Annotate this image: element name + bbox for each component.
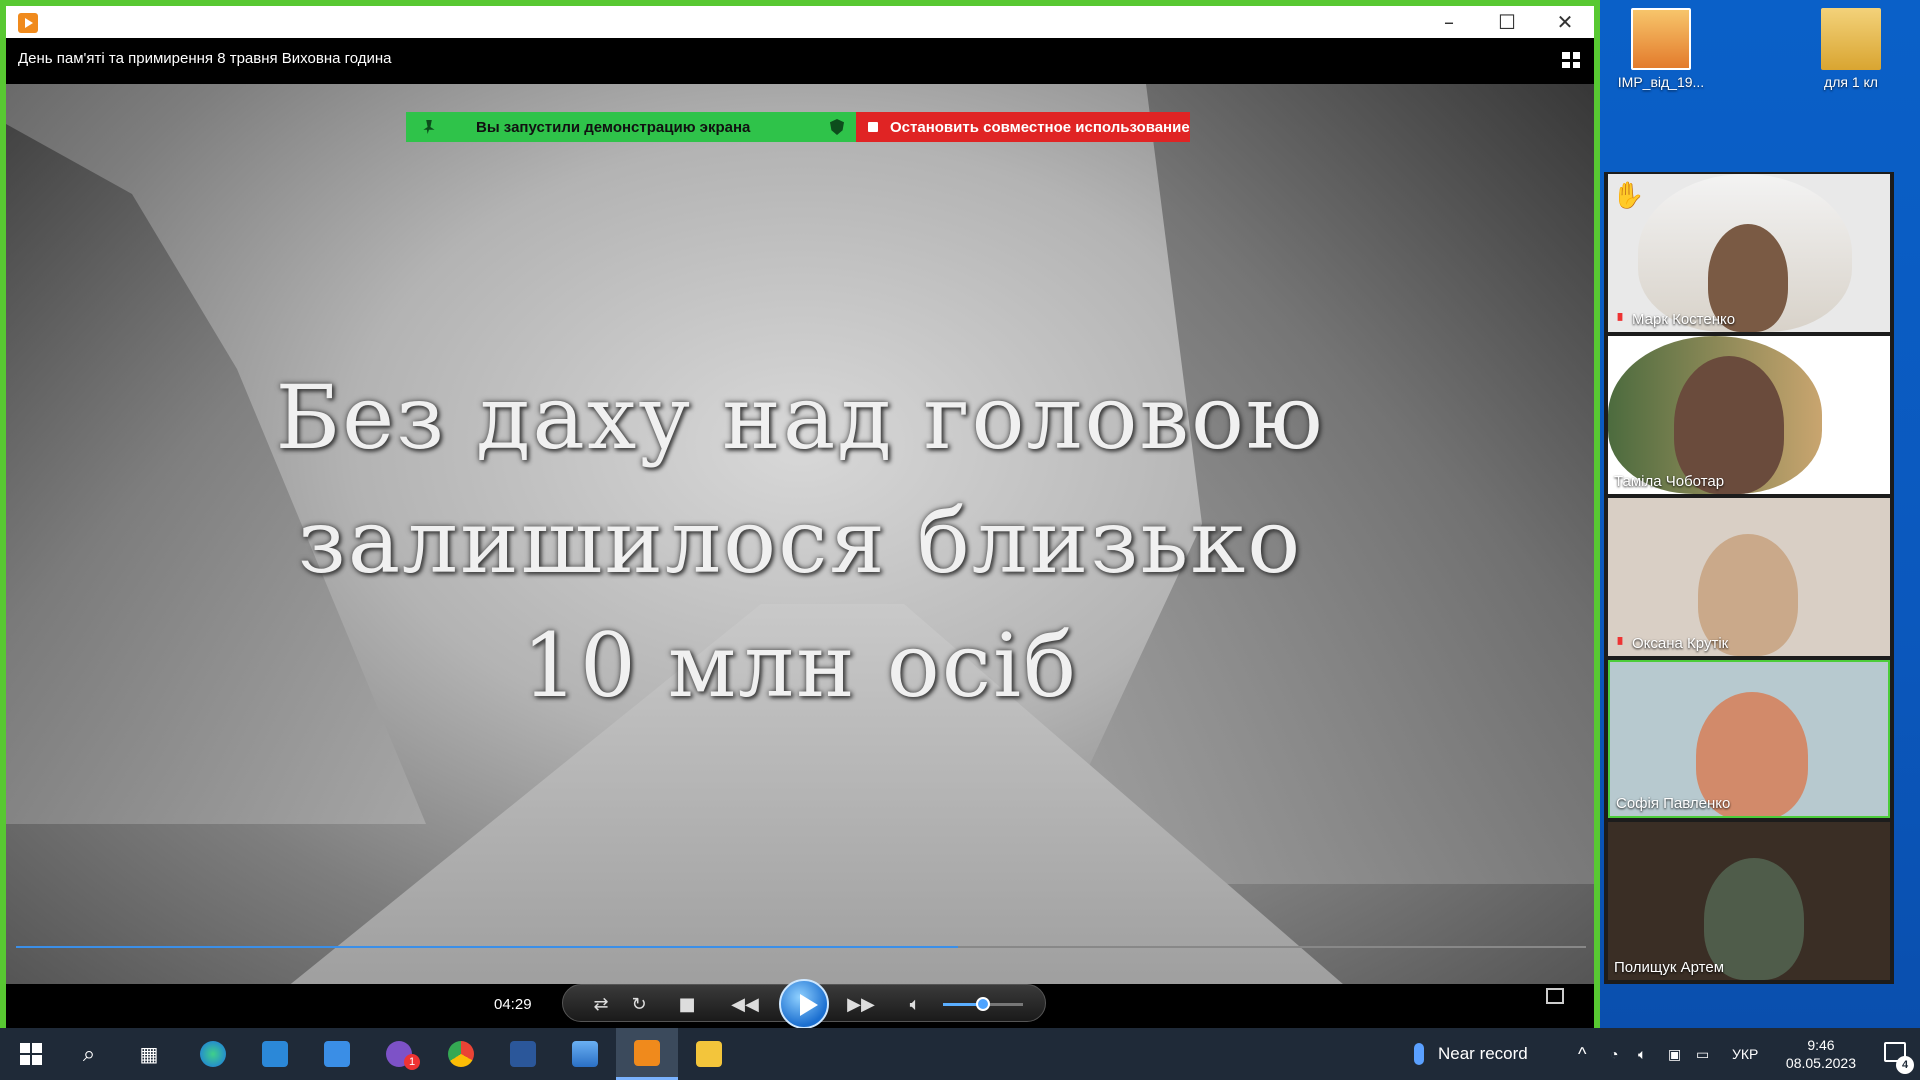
player-app-icon [18, 13, 38, 33]
participant-tile[interactable]: ✋ Марк Костенко [1608, 174, 1890, 332]
pdf-icon [1631, 8, 1691, 70]
search-icon: ⌕ [82, 1041, 96, 1066]
volume-slider[interactable] [943, 997, 1023, 1011]
taskbar-photos[interactable] [554, 1028, 616, 1080]
participant-name: Софія Павленко [1616, 795, 1731, 812]
stop-sharing-button[interactable]: Остановить совместное использование [856, 112, 1190, 142]
camera-icon[interactable]: ▣ [1668, 1028, 1681, 1080]
minimize-button[interactable]: – [1420, 6, 1478, 38]
maximize-button[interactable]: ☐ [1478, 6, 1536, 38]
shield-icon [830, 119, 844, 135]
desktop-icon-pdf[interactable]: IMP_від_19... [1606, 8, 1716, 90]
chrome-icon [448, 1041, 474, 1067]
close-button[interactable]: ✕ [1536, 6, 1594, 38]
viber-badge: 1 [404, 1054, 420, 1070]
desktop-icon-label: для 1 кл [1824, 74, 1878, 90]
windows-icon [20, 1043, 42, 1065]
rewind-icon[interactable]: ◀◀ [723, 985, 767, 1023]
repeat-icon[interactable]: ↻ [621, 985, 657, 1023]
volume-icon[interactable]: 🔈︎ [897, 985, 933, 1023]
screen-share-bar: Вы запустили демонстрацию экрана Останов… [406, 112, 1190, 142]
share-status-text: Вы запустили демонстрацию экрана [476, 118, 751, 136]
shuffle-icon[interactable]: ⇄ [583, 985, 619, 1023]
share-status: Вы запустили демонстрацию экрана [406, 112, 856, 142]
participant-name: Полищук Артем [1614, 959, 1725, 976]
taskbar-file-explorer[interactable] [678, 1028, 740, 1080]
weather-widget[interactable]: Near record [1414, 1028, 1528, 1080]
caption-line: 10 млн осіб [521, 614, 1079, 717]
seek-bar-fill [16, 946, 958, 948]
taskbar-media-player[interactable] [616, 1028, 678, 1080]
notification-count: 4 [1896, 1056, 1914, 1074]
battery-icon[interactable]: ▭ [1696, 1028, 1709, 1080]
seek-bar[interactable] [16, 946, 1586, 948]
stop-sharing-label: Остановить совместное использование [890, 118, 1190, 136]
participant-tile-active-speaker[interactable]: Софія Павленко [1608, 660, 1890, 818]
stop-icon[interactable]: ■ [669, 985, 705, 1023]
participants-panel: ✋ Марк Костенко Таміла Чоботар Оксана Кр… [1604, 172, 1894, 984]
task-view-icon: ▦ [139, 1043, 159, 1066]
edge-icon [200, 1041, 226, 1067]
video-title-bar: День пам'яті та примирення 8 травня Вихо… [6, 38, 1594, 84]
video-caption: Без даху над головою залишилося близько … [6, 356, 1594, 728]
play-button[interactable] [779, 979, 829, 1029]
stop-square-icon [868, 122, 878, 132]
mic-off-icon [1617, 636, 1623, 645]
folder-icon [1821, 8, 1881, 70]
participant-name: Таміла Чоботар [1614, 473, 1725, 490]
taskbar-edge[interactable] [182, 1028, 244, 1080]
controls-pill: ⇄ ↻ ■ ◀◀ ▶▶ 🔈︎ [562, 979, 1046, 1029]
player-controls: 04:29 ⇄ ↻ ■ ◀◀ ▶▶ 🔈︎ [6, 979, 1594, 1029]
fullscreen-icon[interactable] [1546, 988, 1564, 1004]
media-player-window: – ☐ ✕ День пам'яті та примирення 8 травн… [0, 0, 1600, 1029]
participant-tile[interactable]: Таміла Чоботар [1608, 336, 1890, 494]
taskbar-mail[interactable] [244, 1028, 306, 1080]
mail-icon [262, 1041, 288, 1067]
fast-forward-icon[interactable]: ▶▶ [839, 985, 883, 1023]
volume-tray-icon[interactable]: 🔈︎ [1638, 1028, 1646, 1080]
raised-hand-icon: ✋ [1612, 180, 1645, 210]
show-hidden-icons-button[interactable]: ^ [1578, 1028, 1586, 1080]
taskbar-store[interactable] [306, 1028, 368, 1080]
clock-time: 9:46 [1807, 1037, 1835, 1053]
language-indicator[interactable]: УКР [1732, 1028, 1758, 1080]
caption-line: Без даху над головою [275, 366, 1325, 469]
elapsed-time: 04:29 [494, 996, 532, 1013]
folder-icon [696, 1041, 722, 1067]
thermometer-icon [1414, 1043, 1424, 1065]
caption-line: залишилося близько [297, 490, 1303, 593]
search-button[interactable]: ⌕ [58, 1028, 120, 1080]
desktop-icon-label: IMP_від_19... [1617, 74, 1705, 90]
task-view-button[interactable]: ▦ [118, 1028, 180, 1080]
participant-name: Оксана Крутік [1614, 635, 1728, 652]
desktop-icon-folder[interactable]: для 1 кл [1796, 8, 1906, 90]
taskbar-word[interactable] [492, 1028, 554, 1080]
video-title: День пам'яті та примирення 8 травня Вихо… [18, 50, 392, 67]
store-icon [324, 1041, 350, 1067]
mic-off-icon [1617, 312, 1623, 321]
start-button[interactable] [0, 1028, 62, 1080]
window-titlebar: – ☐ ✕ [6, 6, 1594, 38]
media-player-icon [634, 1039, 660, 1066]
layout-grid-icon[interactable] [1562, 52, 1580, 68]
weather-text: Near record [1438, 1044, 1528, 1063]
video-frame[interactable]: Без даху над головою залишилося близько … [6, 84, 1594, 984]
volume-knob[interactable] [976, 997, 990, 1011]
participant-tile[interactable]: Оксана Крутік [1608, 498, 1890, 656]
participant-tile[interactable]: Полищук Артем [1608, 822, 1890, 980]
clock[interactable]: 9:46 08.05.2023 [1786, 1036, 1856, 1072]
network-icon[interactable]: ◔ [1610, 1028, 1618, 1080]
taskbar: ⌕ ▦ 1 Near record ^ ◔ 🔈︎ ▣ ▭ УКР 9:46 08… [0, 1028, 1920, 1080]
taskbar-viber[interactable]: 1 [368, 1028, 430, 1080]
taskbar-chrome[interactable] [430, 1028, 492, 1080]
participant-name: Марк Костенко [1614, 311, 1735, 328]
photos-icon [572, 1041, 598, 1067]
clock-date: 08.05.2023 [1785, 1055, 1856, 1071]
word-icon [510, 1041, 536, 1067]
pin-icon[interactable] [423, 120, 435, 134]
